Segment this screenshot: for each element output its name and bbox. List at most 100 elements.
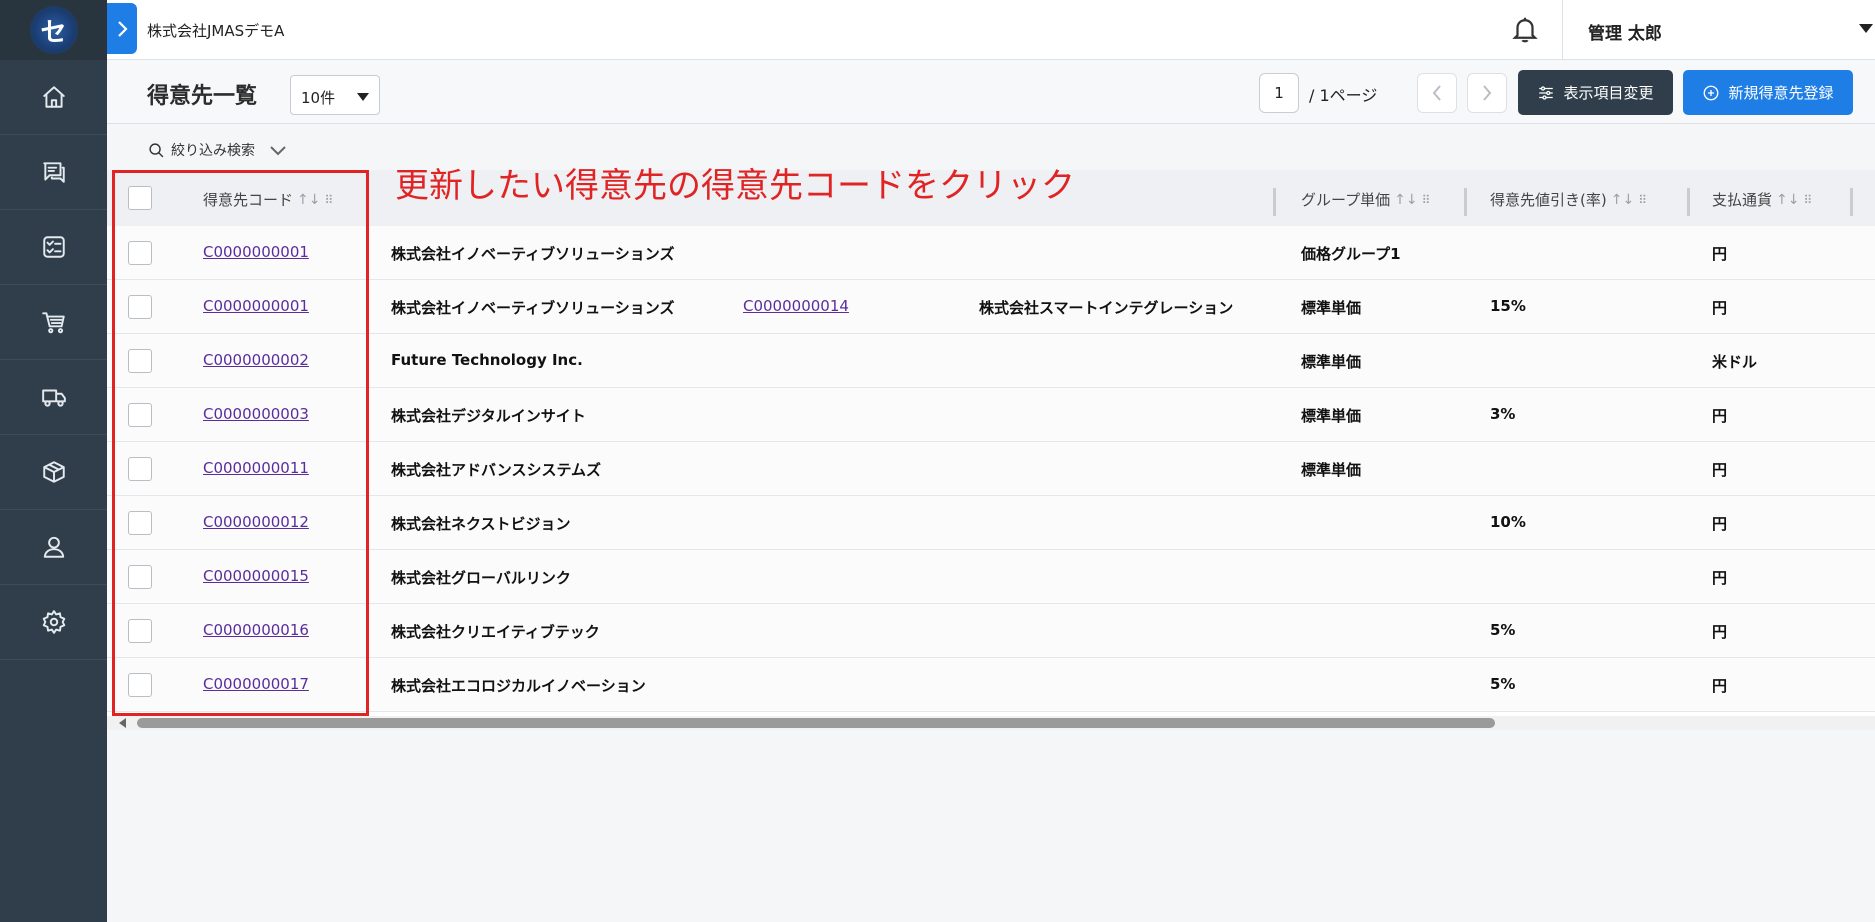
customer-name: 株式会社デジタルインサイト	[391, 407, 586, 425]
table-row[interactable]: C0000000001 株式会社イノベーティブソリューションズ 価格グループ1 円	[107, 226, 1875, 280]
gear-icon	[42, 610, 65, 634]
sidebar-item-messages[interactable]	[0, 135, 107, 210]
page-number-input[interactable]: 1	[1259, 73, 1299, 113]
parent-code-link[interactable]: C0000000014	[743, 297, 849, 315]
discount-rate: 5%	[1490, 621, 1516, 639]
currency: 円	[1712, 299, 1728, 317]
per-page-value: 10件	[301, 89, 336, 107]
search-icon	[149, 142, 164, 157]
page-header: 得意先一覧 10件 1 / 1ページ 表示項目変更 新規得意先登録	[107, 60, 1875, 124]
currency: 円	[1712, 461, 1728, 479]
column-header-discount[interactable]: 得意先値引き(率) ↑↓ ⠿	[1490, 189, 1648, 210]
cart-icon	[41, 312, 65, 334]
package-icon	[42, 461, 65, 483]
currency: 円	[1712, 245, 1728, 263]
sort-icon[interactable]: ↑↓	[1776, 192, 1799, 208]
sidebar-expand-button[interactable]	[107, 3, 137, 54]
prev-page-button[interactable]	[1417, 73, 1457, 113]
table-row[interactable]: C0000000002 Future Technology Inc. 標準単価 米ドル	[107, 334, 1875, 388]
customer-name: 株式会社アドバンスシステムズ	[391, 461, 602, 479]
app-logo[interactable]: セ	[0, 0, 107, 60]
table-row[interactable]: C0000000012 株式会社ネクストビジョン 10% 円	[107, 496, 1875, 550]
drag-handle-icon[interactable]: ⠿	[1638, 193, 1648, 207]
currency: 米ドル	[1712, 353, 1758, 371]
chevron-right-icon	[118, 20, 128, 37]
discount-rate: 5%	[1490, 675, 1516, 693]
table-row[interactable]: C0000000003 株式会社デジタルインサイト 標準単価 3% 円	[107, 388, 1875, 442]
group-price: 価格グループ1	[1301, 245, 1401, 263]
column-header-group-price[interactable]: グループ単価 ↑↓ ⠿	[1301, 189, 1431, 210]
page-title: 得意先一覧	[147, 84, 258, 109]
sort-icon[interactable]: ↑↓	[1611, 192, 1634, 208]
bell-icon	[1512, 17, 1538, 43]
new-customer-label: 新規得意先登録	[1728, 84, 1834, 102]
plus-circle-icon	[1704, 85, 1719, 100]
home-icon	[42, 86, 65, 108]
customer-name: 株式会社クリエイティブテック	[391, 623, 600, 641]
column-settings-label: 表示項目変更	[1563, 84, 1654, 102]
scrollbar-thumb[interactable]	[137, 718, 1495, 728]
top-bar: 株式会社JMASデモA 管理 太郎	[107, 0, 1875, 60]
page-total: / 1ページ	[1309, 86, 1378, 105]
per-page-select[interactable]: 10件	[290, 75, 380, 115]
table-row[interactable]: C0000000016 株式会社クリエイティブテック 5% 円	[107, 604, 1875, 658]
column-header-label: 得意先値引き(率)	[1490, 191, 1607, 209]
sliders-icon	[1539, 85, 1554, 100]
annotation-highlight-box	[112, 170, 369, 716]
group-price: 標準単価	[1301, 461, 1362, 479]
group-price: 標準単価	[1301, 353, 1362, 371]
sidebar-item-home[interactable]	[0, 60, 107, 135]
drag-handle-icon[interactable]: ⠿	[1422, 193, 1432, 207]
column-settings-button[interactable]: 表示項目変更	[1518, 70, 1673, 115]
parent-name: 株式会社スマートインテグレーション	[979, 299, 1234, 317]
discount-rate: 15%	[1490, 297, 1526, 315]
column-resizer[interactable]	[1464, 188, 1467, 216]
sort-icon[interactable]: ↑↓	[1394, 192, 1417, 208]
group-price: 標準単価	[1301, 299, 1362, 317]
logo-icon: セ	[29, 6, 78, 54]
customer-name: 株式会社ネクストビジョン	[391, 515, 571, 533]
caret-down-icon	[1859, 24, 1873, 33]
customer-name: 株式会社イノベーティブソリューションズ	[391, 245, 675, 263]
customer-name: 株式会社グローバルリンク	[391, 569, 571, 587]
sidebar-item-orders[interactable]	[0, 285, 107, 360]
new-customer-button[interactable]: 新規得意先登録	[1683, 70, 1853, 115]
filter-toggle[interactable]: 絞り込み検索	[148, 140, 287, 160]
column-resizer[interactable]	[1850, 188, 1853, 216]
column-resizer[interactable]	[1687, 188, 1690, 216]
filter-label: 絞り込み検索	[171, 143, 255, 159]
sidebar: セ	[0, 0, 107, 922]
drag-handle-icon[interactable]: ⠿	[1803, 193, 1813, 207]
table-row[interactable]: C0000000015 株式会社グローバルリンク円	[107, 550, 1875, 604]
caret-down-icon	[357, 93, 369, 101]
table-row[interactable]: C0000000017 株式会社エコロジカルイノベーション 5% 円	[107, 658, 1875, 712]
checklist-icon	[42, 236, 65, 258]
currency: 円	[1712, 569, 1728, 587]
column-header-label: グループ単価	[1301, 191, 1391, 209]
user-menu[interactable]: 管理 太郎	[1562, 0, 1875, 60]
chevron-down-icon	[270, 146, 286, 156]
user-icon	[43, 536, 64, 558]
column-resizer[interactable]	[1273, 188, 1276, 216]
company-name: 株式会社JMASデモA	[147, 22, 285, 40]
column-header-currency[interactable]: 支払通貨 ↑↓ ⠿	[1712, 189, 1813, 210]
horizontal-scrollbar[interactable]	[107, 716, 1875, 730]
table-row[interactable]: C0000000001 株式会社イノベーティブソリューションズ C000000001…	[107, 280, 1875, 334]
sidebar-item-tasks[interactable]	[0, 210, 107, 285]
group-price: 標準単価	[1301, 407, 1362, 425]
table-row[interactable]: C0000000011 株式会社アドバンスシステムズ 標準単価円	[107, 442, 1875, 496]
chevron-right-icon	[1483, 85, 1492, 101]
notification-button[interactable]	[1510, 14, 1540, 44]
sidebar-item-settings[interactable]	[0, 585, 107, 660]
discount-rate: 3%	[1490, 405, 1516, 423]
truck-icon	[41, 389, 66, 407]
discount-rate: 10%	[1490, 513, 1526, 531]
currency: 円	[1712, 623, 1728, 641]
sidebar-item-products[interactable]	[0, 435, 107, 510]
sidebar-item-shipping[interactable]	[0, 360, 107, 435]
next-page-button[interactable]	[1467, 73, 1507, 113]
customer-name: 株式会社エコロジカルイノベーション	[391, 677, 646, 695]
currency: 円	[1712, 677, 1728, 695]
sidebar-item-customers[interactable]	[0, 510, 107, 585]
scroll-left-icon[interactable]	[119, 718, 126, 728]
